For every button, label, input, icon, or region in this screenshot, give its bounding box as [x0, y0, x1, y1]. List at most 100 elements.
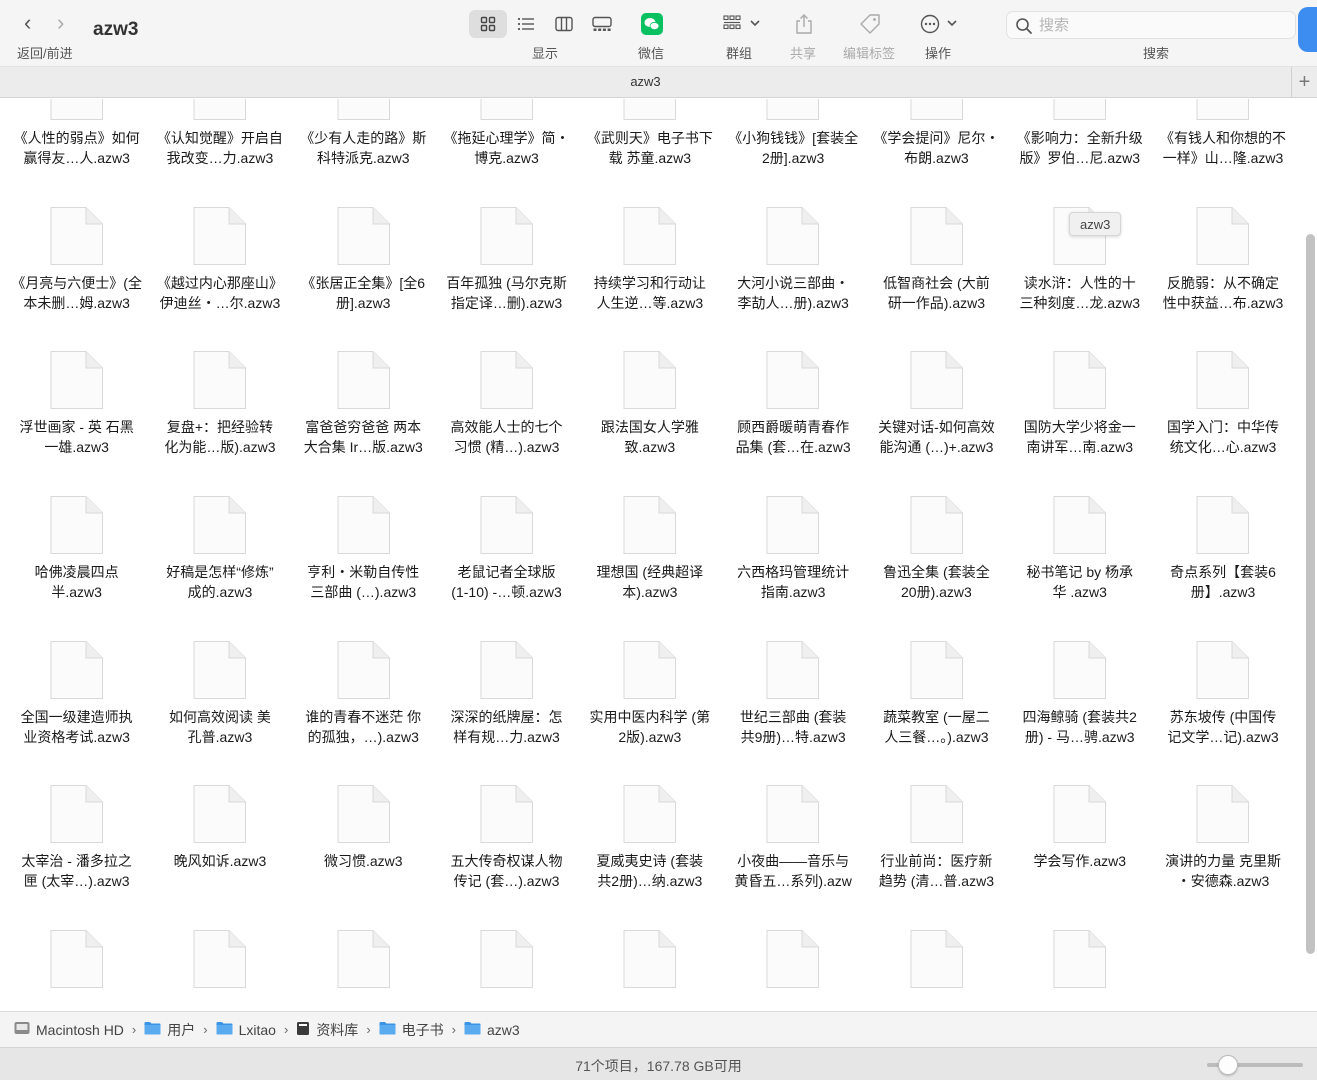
file-name-line: 布朗.azw3 — [904, 150, 969, 166]
file-item[interactable]: 《少有人走的路》斯 科特派克.azw3 — [292, 99, 435, 196]
tab-azw3[interactable]: azw3 — [0, 67, 1291, 99]
search-input[interactable] — [1039, 15, 1279, 35]
file-name-line: 孔普.azw3 — [187, 728, 253, 745]
edit-tags-button[interactable] — [859, 13, 881, 40]
breadcrumb-item[interactable]: Lxitao — [216, 1021, 276, 1038]
icon-view-button[interactable] — [469, 10, 507, 38]
file-item[interactable]: 《张居正全集》[全6 册].azw3 — [292, 196, 435, 341]
file-item[interactable]: 夏威夷史诗 (套装 共2册)…纳.azw3 — [578, 774, 721, 919]
file-item[interactable]: 《越过内心那座山》 伊迪丝・…尔.azw3 — [148, 196, 291, 341]
file-item[interactable]: 鲁迅全集 (套装全 20册).azw3 — [865, 485, 1008, 630]
file-item[interactable] — [435, 919, 578, 1011]
file-item[interactable]: 高效能人士的七个 习惯 (精…).azw3 — [435, 340, 578, 485]
file-item[interactable]: 浮世画家 - 英 石黑 一雄.azw3 — [5, 340, 148, 485]
file-item[interactable]: 好稿是怎样“修炼” 成的.azw3 — [148, 485, 291, 630]
file-item[interactable]: 低智商社会 (大前 研一作品).azw3 — [865, 196, 1008, 341]
file-item[interactable]: 秘书笔记 by 杨承华 .azw3 — [1008, 485, 1151, 630]
gallery-view-button[interactable] — [583, 10, 621, 38]
breadcrumb-item[interactable]: 资料库 — [296, 1020, 358, 1040]
file-item[interactable]: 演讲的力量 克里斯 ・安德森.azw3 — [1151, 774, 1294, 919]
file-name-line: 本).azw3 — [622, 584, 678, 601]
file-item[interactable]: 《人性的弱点》如何 赢得友…人.azw3 — [5, 99, 148, 196]
file-item[interactable]: 实用中医内科学 (第 2版).azw3 — [578, 630, 721, 775]
file-item[interactable]: 六西格玛管理统计 指南.azw3 — [721, 485, 864, 630]
file-item[interactable] — [721, 919, 864, 1011]
file-item[interactable]: 老鼠记者全球版 (1-10) -…顿.azw3 — [435, 485, 578, 630]
file-item[interactable] — [148, 919, 291, 1011]
group-button[interactable] — [723, 15, 763, 38]
file-item[interactable]: 苏东坡传 (中国传 记文学…记).azw3 — [1151, 630, 1294, 775]
file-name: 低智商社会 (大前 研一作品).azw3 — [867, 273, 1006, 313]
file-item[interactable]: 大河小说三部曲・ 李劼人…册).azw3 — [721, 196, 864, 341]
breadcrumb-item[interactable]: 用户 — [144, 1020, 195, 1040]
file-item[interactable]: 如何高效阅读 美孔普.azw3 — [148, 630, 291, 775]
assistant-app-icon[interactable] — [1298, 7, 1317, 52]
file-item[interactable]: 世纪三部曲 (套装 共9册)…特.azw3 — [721, 630, 864, 775]
file-item[interactable]: 国防大学少将金一 南讲军…南.azw3 — [1008, 340, 1151, 485]
file-item[interactable] — [578, 919, 721, 1011]
file-item[interactable]: 《拖延心理学》简・ 博克.azw3 — [435, 99, 578, 196]
file-name: 深深的纸牌屋：怎 样有规…力.azw3 — [437, 707, 576, 747]
share-button[interactable] — [795, 13, 813, 40]
file-item[interactable] — [865, 919, 1008, 1011]
file-item[interactable]: 哈佛凌晨四点 半.azw3 — [5, 485, 148, 630]
file-name: 五大传奇权谋人物 传记 (套…).azw3 — [437, 851, 576, 891]
file-item[interactable]: 《学会提问》尼尔・ 布朗.azw3 — [865, 99, 1008, 196]
file-name: 蔬菜教室 (一屋二 人三餐…。).azw3 — [867, 707, 1006, 747]
list-view-button[interactable] — [507, 10, 545, 38]
file-item[interactable]: 亨利・米勒自传性 三部曲 (…).azw3 — [292, 485, 435, 630]
file-name-line: 成的.azw3 — [187, 584, 253, 601]
file-item[interactable]: 晚风如诉.azw3 — [148, 774, 291, 919]
file-name: 读水浒：人性的十 三种刻度…龙.azw3 — [1010, 273, 1149, 313]
file-item[interactable]: 奇点系列【套装6 册】.azw3 — [1151, 485, 1294, 630]
file-name-line: 关键对话-如何高效 — [878, 419, 995, 436]
file-item[interactable]: 太宰治 - 潘多拉之匣 (太宰…).azw3 — [5, 774, 148, 919]
file-item[interactable]: 《武则天》电子书下载 苏童.azw3 — [578, 99, 721, 196]
search-field[interactable] — [1006, 11, 1296, 39]
file-item[interactable]: 持续学习和行动让 人生逆…等.azw3 — [578, 196, 721, 341]
document-icon — [192, 350, 247, 410]
file-item[interactable]: 小夜曲——音乐与 黄昏五…系列).azw — [721, 774, 864, 919]
column-view-button[interactable] — [545, 10, 583, 38]
file-item[interactable]: 深深的纸牌屋：怎 样有规…力.azw3 — [435, 630, 578, 775]
file-item[interactable]: 富爸爸穷爸爸 两本 大合集 Ir…版.azw3 — [292, 340, 435, 485]
document-icon — [479, 495, 534, 555]
file-name: 《人性的弱点》如何 赢得友…人.azw3 — [7, 128, 146, 168]
file-item[interactable]: 反脆弱：从不确定 性中获益…布.azw3 — [1151, 196, 1294, 341]
file-item[interactable]: 行业前尚：医疗新 趋势 (清…普.azw3 — [865, 774, 1008, 919]
file-item[interactable]: 《认知觉醒》开启自 我改变…力.azw3 — [148, 99, 291, 196]
file-item[interactable]: 《月亮与六便士》(全 本未删…姆.azw3 — [5, 196, 148, 341]
file-name-line: 传记 (套…).azw3 — [453, 873, 560, 890]
breadcrumb-item[interactable]: 电子书 — [379, 1020, 444, 1040]
file-item[interactable] — [1008, 919, 1151, 1011]
file-name-line: 性中获益…布.azw3 — [1162, 294, 1284, 311]
file-item[interactable]: 顾西爵暖萌青春作 品集 (套…在.azw3 — [721, 340, 864, 485]
action-button[interactable] — [920, 14, 960, 39]
file-item[interactable]: 《小狗钱钱》[套装全 2册].azw3 — [721, 99, 864, 196]
new-tab-button[interactable]: + — [1291, 67, 1317, 98]
file-item[interactable] — [5, 919, 148, 1011]
file-item[interactable]: 国学入门：中华传 统文化…心.azw3 — [1151, 340, 1294, 485]
breadcrumb-item[interactable]: azw3 — [464, 1021, 520, 1038]
file-item[interactable]: 谁的青春不迷茫 你的孤独，…).azw3 — [292, 630, 435, 775]
breadcrumb-item[interactable]: Macintosh HD — [14, 1021, 124, 1038]
vertical-scrollbar[interactable] — [1306, 234, 1315, 954]
file-item[interactable]: 五大传奇权谋人物 传记 (套…).azw3 — [435, 774, 578, 919]
file-item[interactable]: 《影响力：全新升级 版》罗伯…尼.azw3 — [1008, 99, 1151, 196]
file-item[interactable]: 四海鲸骑 (套装共2 册) - 马…骋.azw3 — [1008, 630, 1151, 775]
wechat-button[interactable] — [641, 13, 663, 40]
file-item[interactable]: 复盘+：把经验转 化为能…版).azw3 — [148, 340, 291, 485]
file-item[interactable]: 《有钱人和你想的不 一样》山…隆.azw3 — [1151, 99, 1294, 196]
forward-chevron-icon[interactable]: › — [57, 12, 64, 34]
file-grid-area[interactable]: 《人性的弱点》如何 赢得友…人.azw3 《认知觉醒》开启自 我改变…力.azw3 《少… — [0, 99, 1317, 1011]
file-item[interactable]: 学会写作.azw3 — [1008, 774, 1151, 919]
file-item[interactable]: 关键对话-如何高效 能沟通 (…)+.azw3 — [865, 340, 1008, 485]
file-item[interactable] — [292, 919, 435, 1011]
file-item[interactable]: 全国一级建造师执 业资格考试.azw3 — [5, 630, 148, 775]
file-item[interactable]: 百年孤独 (马尔克斯 指定译…删).azw3 — [435, 196, 578, 341]
file-item[interactable]: 蔬菜教室 (一屋二 人三餐…。).azw3 — [865, 630, 1008, 775]
file-item[interactable]: 理想国 (经典超译 本).azw3 — [578, 485, 721, 630]
back-chevron-icon[interactable]: ‹ — [24, 12, 31, 34]
file-item[interactable]: 跟法国女人学雅 致.azw3 — [578, 340, 721, 485]
file-item[interactable]: 微习惯.azw3 — [292, 774, 435, 919]
